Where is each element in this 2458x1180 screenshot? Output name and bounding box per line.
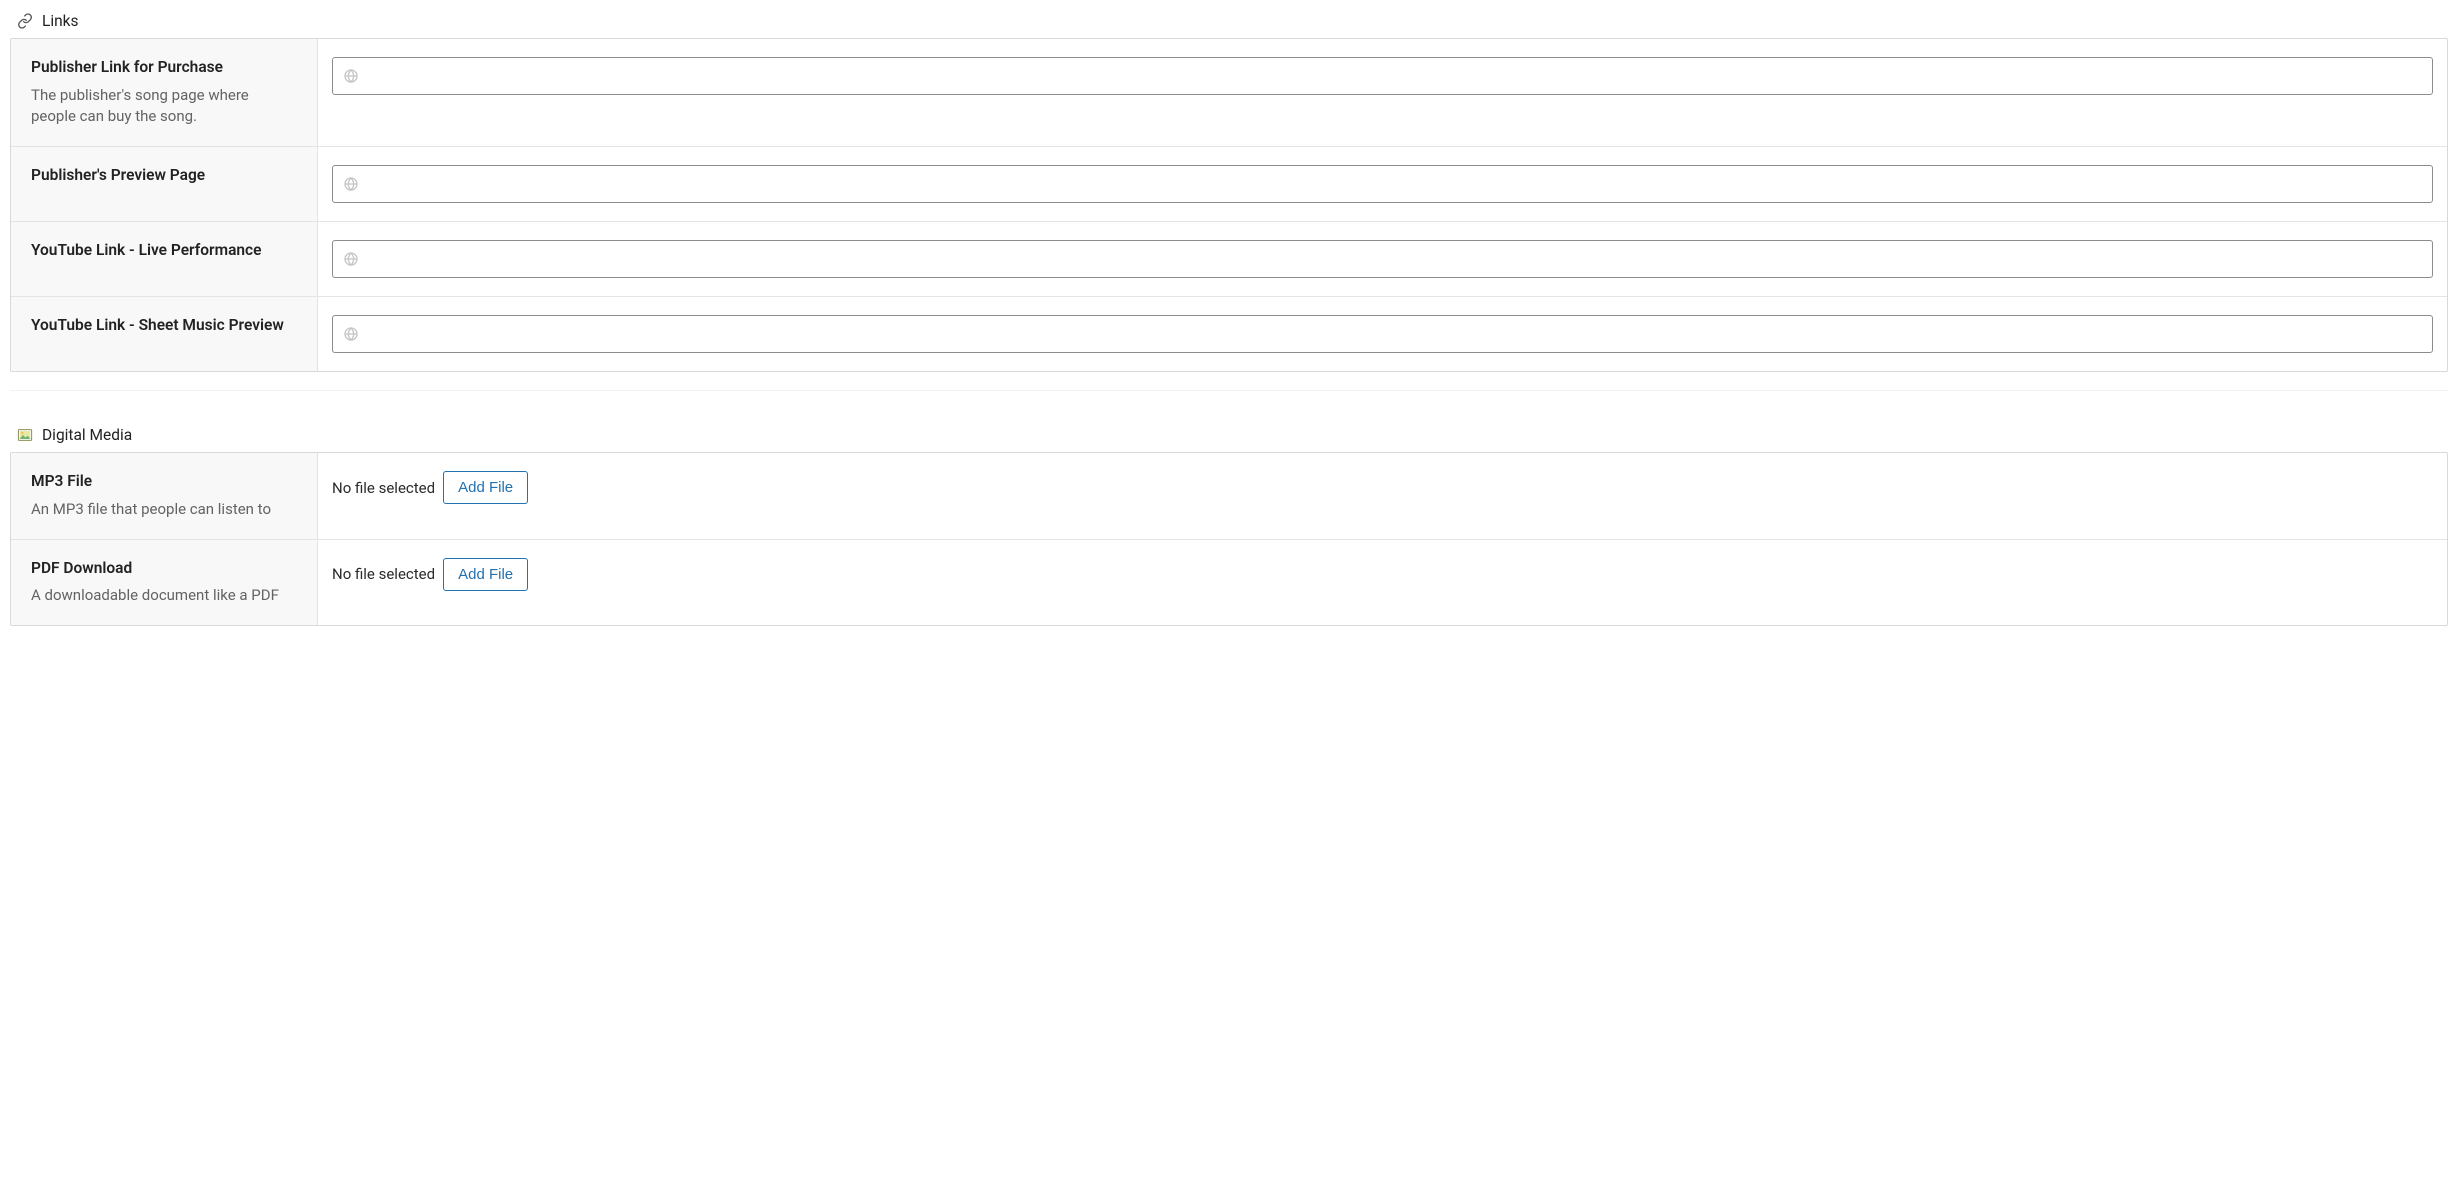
section-title: Links [42, 12, 79, 30]
url-input-wrap[interactable] [332, 57, 2433, 95]
youtube-sheet-input[interactable] [367, 325, 2424, 344]
field-row-pdf: PDF Download A downloadable document lik… [11, 539, 2447, 625]
globe-icon [339, 64, 363, 88]
field-label: Publisher Link for Purchase [31, 57, 297, 79]
field-label-cell: PDF Download A downloadable document lik… [11, 540, 318, 625]
field-label: YouTube Link - Live Performance [31, 240, 297, 262]
field-label-cell: YouTube Link - Sheet Music Preview [11, 297, 318, 371]
url-input-wrap[interactable] [332, 165, 2433, 203]
preview-page-input[interactable] [367, 175, 2424, 194]
field-label: Publisher's Preview Page [31, 165, 297, 187]
field-input-cell [318, 39, 2447, 146]
field-desc: The publisher's song page where people c… [31, 85, 297, 129]
digital-table: MP3 File An MP3 file that people can lis… [10, 452, 2448, 626]
field-label-cell: Publisher Link for Purchase The publishe… [11, 39, 318, 146]
field-label-cell: MP3 File An MP3 file that people can lis… [11, 453, 318, 538]
field-row-youtube-sheet: YouTube Link - Sheet Music Preview [11, 296, 2447, 371]
section-heading-digital: Digital Media [16, 426, 2448, 444]
add-file-button-pdf[interactable]: Add File [443, 558, 528, 591]
field-label: YouTube Link - Sheet Music Preview [31, 315, 297, 337]
field-input-cell: No file selected Add File [318, 453, 2447, 538]
field-row-youtube-live: YouTube Link - Live Performance [11, 221, 2447, 296]
field-input-cell [318, 297, 2447, 371]
links-table: Publisher Link for Purchase The publishe… [10, 38, 2448, 372]
file-status: No file selected [332, 565, 435, 583]
publisher-link-input[interactable] [367, 67, 2424, 86]
section-title: Digital Media [42, 426, 132, 444]
section-divider [10, 390, 2448, 426]
add-file-button-mp3[interactable]: Add File [443, 471, 528, 504]
field-row-publisher-link: Publisher Link for Purchase The publishe… [11, 39, 2447, 146]
globe-icon [339, 172, 363, 196]
globe-icon [339, 322, 363, 346]
link-icon [16, 12, 34, 30]
globe-icon [339, 247, 363, 271]
field-label: PDF Download [31, 558, 297, 580]
field-label-cell: YouTube Link - Live Performance [11, 222, 318, 296]
field-input-cell: No file selected Add File [318, 540, 2447, 625]
field-input-cell [318, 222, 2447, 296]
url-input-wrap[interactable] [332, 240, 2433, 278]
file-status: No file selected [332, 479, 435, 497]
field-label: MP3 File [31, 471, 297, 493]
field-row-preview-page: Publisher's Preview Page [11, 146, 2447, 221]
field-input-cell [318, 147, 2447, 221]
field-desc: An MP3 file that people can listen to [31, 499, 297, 521]
url-input-wrap[interactable] [332, 315, 2433, 353]
section-heading-links: Links [16, 12, 2448, 30]
field-desc: A downloadable document like a PDF [31, 585, 297, 607]
field-label-cell: Publisher's Preview Page [11, 147, 318, 221]
youtube-live-input[interactable] [367, 250, 2424, 269]
field-row-mp3: MP3 File An MP3 file that people can lis… [11, 453, 2447, 538]
photo-icon [16, 426, 34, 444]
